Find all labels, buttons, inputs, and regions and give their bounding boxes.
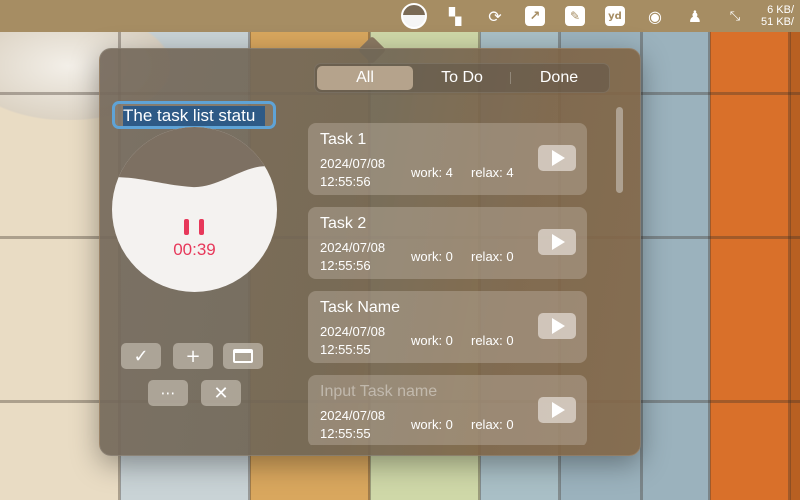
play-button[interactable] — [538, 397, 576, 423]
task-work-count: work: 4 — [411, 165, 453, 180]
task-work-count: work: 0 — [411, 333, 453, 348]
task-relax-count: relax: 0 — [471, 249, 514, 264]
task-work-count: work: 0 — [411, 249, 453, 264]
task-title-value: The task list statu — [123, 106, 265, 126]
network-speed: 6 KB/ 51 KB/ — [761, 4, 794, 28]
task-time: 12:55:56 — [320, 258, 371, 273]
edit-icon[interactable]: ✎ — [563, 5, 587, 27]
play-icon — [552, 402, 565, 418]
task-datetime: 2024/07/08 12:55:56 — [320, 155, 400, 191]
task-name[interactable]: Task Name — [320, 299, 400, 317]
plus-icon: + — [185, 345, 201, 367]
close-icon: ✕ — [213, 382, 229, 404]
task-name[interactable]: Task 1 — [320, 131, 366, 149]
play-icon — [552, 234, 565, 250]
complete-button[interactable]: ✓ — [121, 343, 161, 369]
arrows-icon[interactable]: ⤡ — [723, 5, 747, 27]
filter-segmented-control: All To Do Done — [314, 63, 610, 93]
play-icon — [552, 318, 565, 334]
play-icon — [552, 150, 565, 166]
task-list: Task 1 2024/07/08 12:55:56 work: 4 relax… — [308, 123, 588, 445]
window-icon — [233, 349, 253, 363]
checkmark-icon: ✓ — [133, 345, 149, 367]
timer-fill-wave — [112, 127, 277, 188]
task-card[interactable]: Task 2 2024/07/08 12:55:56 work: 0 relax… — [308, 207, 587, 279]
youdao-label: yd — [604, 6, 625, 26]
play-button[interactable] — [538, 229, 576, 255]
add-task-button[interactable]: + — [173, 343, 213, 369]
chart-icon[interactable]: ↗ — [523, 5, 547, 27]
qq-penguin-icon[interactable]: ♟ — [683, 5, 707, 27]
more-button[interactable]: ⋯ — [148, 380, 188, 406]
panels-icon[interactable]: ▚ — [443, 5, 467, 27]
task-datetime: 2024/07/08 12:55:55 — [320, 407, 400, 443]
tab-all[interactable]: All — [317, 66, 413, 90]
task-time: 12:55:55 — [320, 426, 371, 441]
task-date: 2024/07/08 — [320, 324, 386, 339]
sync-icon[interactable]: ⟳ — [483, 5, 507, 27]
play-button[interactable] — [538, 145, 576, 171]
task-relax-count: relax: 0 — [471, 417, 514, 432]
window-button[interactable] — [223, 343, 263, 369]
close-button[interactable]: ✕ — [201, 380, 241, 406]
tile-grout — [708, 0, 711, 500]
task-timer-popover: The task list statu 00:39 ✓ + ⋯ ✕ All To… — [99, 48, 641, 456]
task-title-field[interactable]: The task list statu — [112, 101, 276, 129]
task-relax-count: relax: 0 — [471, 333, 514, 348]
timer-display: 00:39 — [173, 240, 216, 259]
task-date: 2024/07/08 — [320, 408, 386, 423]
task-name[interactable]: Task 2 — [320, 215, 366, 233]
task-card[interactable]: Task Name 2024/07/08 12:55:55 work: 0 re… — [308, 291, 587, 363]
play-button[interactable] — [538, 313, 576, 339]
timer-circle[interactable]: 00:39 — [112, 127, 277, 292]
pause-icon[interactable] — [184, 219, 204, 237]
task-time: 12:55:56 — [320, 174, 371, 189]
tile-grout — [788, 0, 791, 500]
wechat-icon[interactable]: ◉ — [643, 5, 667, 27]
task-list-scrollbar[interactable] — [616, 107, 623, 193]
task-work-count: work: 0 — [411, 417, 453, 432]
tab-done[interactable]: Done — [511, 66, 607, 90]
task-datetime: 2024/07/08 12:55:55 — [320, 323, 400, 359]
task-date: 2024/07/08 — [320, 156, 386, 171]
net-download: 51 KB/ — [760, 16, 794, 28]
task-card[interactable]: Task 1 2024/07/08 12:55:56 work: 4 relax… — [308, 123, 587, 195]
menu-bar: ▚ ⟳ ↗ ✎ yd ◉ ♟ ⤡ 6 KB/ 51 KB/ — [0, 0, 800, 32]
task-name-input[interactable]: Input Task name — [320, 383, 437, 401]
task-datetime: 2024/07/08 12:55:56 — [320, 239, 400, 275]
net-upload: 6 KB/ — [767, 4, 794, 16]
tab-todo[interactable]: To Do — [414, 66, 510, 90]
task-date: 2024/07/08 — [320, 240, 386, 255]
task-card[interactable]: Input Task name 2024/07/08 12:55:55 work… — [308, 375, 587, 445]
task-relax-count: relax: 4 — [471, 165, 514, 180]
youdao-icon[interactable]: yd — [603, 5, 627, 27]
task-timer-icon[interactable] — [400, 3, 427, 29]
task-time: 12:55:55 — [320, 342, 371, 357]
ellipsis-icon: ⋯ — [160, 384, 176, 402]
